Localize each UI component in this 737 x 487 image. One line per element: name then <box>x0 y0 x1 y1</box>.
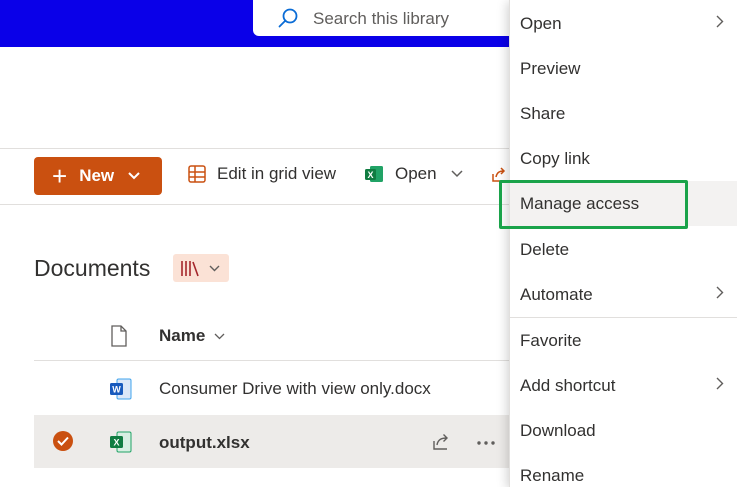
menu-item-label: Favorite <box>520 330 582 350</box>
menu-item-label: Rename <box>520 465 585 485</box>
svg-text:W: W <box>112 385 121 395</box>
menu-item-share[interactable]: Share <box>510 91 737 136</box>
grid-icon <box>188 165 206 183</box>
context-menu: Open Preview Share Copy link Manage acce… <box>509 0 737 487</box>
menu-item-label: Delete <box>520 239 570 259</box>
plus-icon: + <box>52 161 68 191</box>
divider <box>0 204 509 205</box>
svg-text:X: X <box>367 170 373 180</box>
menu-item-open[interactable]: Open <box>510 1 737 46</box>
menu-item-favorite[interactable]: Favorite <box>510 318 737 363</box>
menu-item-label: Share <box>520 103 566 123</box>
menu-item-label: Download <box>520 420 596 440</box>
svg-text:X: X <box>113 438 119 448</box>
excel-icon: X <box>365 166 383 182</box>
menu-item-label: Preview <box>520 58 581 78</box>
new-button[interactable]: + New <box>34 157 162 195</box>
chevron-down-icon <box>214 333 225 339</box>
library-title: Documents <box>34 255 151 281</box>
menu-item-preview[interactable]: Preview <box>510 46 737 91</box>
search-placeholder[interactable]: Search this library <box>313 9 449 29</box>
menu-item-rename[interactable]: Rename <box>510 453 737 487</box>
share-icon[interactable] <box>431 432 451 452</box>
name-column-label: Name <box>159 326 206 345</box>
menu-item-copy-link[interactable]: Copy link <box>510 136 737 181</box>
chevron-right-icon <box>716 15 724 28</box>
table-row-selected[interactable]: X output.xlsx <box>34 415 534 468</box>
new-button-label: New <box>79 166 115 185</box>
menu-item-delete[interactable]: Delete <box>510 227 737 272</box>
menu-item-download[interactable]: Download <box>510 408 737 453</box>
excel-icon: X <box>110 431 132 453</box>
file-type-icon[interactable] <box>110 325 128 347</box>
library-icon <box>181 261 199 277</box>
search-icon <box>278 8 298 28</box>
chevron-right-icon <box>716 377 724 390</box>
menu-item-label: Open <box>520 13 562 33</box>
file-name[interactable]: Consumer Drive with view only.docx <box>159 379 431 399</box>
menu-item-automate[interactable]: Automate <box>510 272 737 317</box>
edit-grid-view-label: Edit in grid view <box>217 164 337 183</box>
name-column-header[interactable]: Name <box>159 326 225 346</box>
table-row[interactable]: W Consumer Drive with view only.docx <box>34 362 534 415</box>
highlight-box <box>499 180 688 229</box>
open-label: Open <box>395 164 437 183</box>
edit-grid-view-button[interactable]: Edit in grid view <box>187 164 336 184</box>
chevron-down-icon <box>451 170 463 178</box>
menu-item-add-shortcut[interactable]: Add shortcut <box>510 363 737 408</box>
search-box[interactable]: Search this library <box>253 0 553 36</box>
menu-item-label: Copy link <box>520 148 590 168</box>
chevron-down-icon <box>128 172 140 180</box>
more-actions-icon[interactable] <box>476 440 496 446</box>
library-view-button[interactable] <box>173 254 229 282</box>
column-header-row: Name <box>34 311 534 361</box>
open-button[interactable]: X Open <box>364 164 463 184</box>
word-icon: W <box>110 378 132 400</box>
chevron-down-icon <box>209 265 220 271</box>
menu-item-label: Add shortcut <box>520 375 616 395</box>
chevron-right-icon <box>716 286 724 299</box>
file-name[interactable]: output.xlsx <box>159 433 250 453</box>
menu-item-label: Automate <box>520 284 593 304</box>
selected-check-icon[interactable] <box>52 430 74 452</box>
